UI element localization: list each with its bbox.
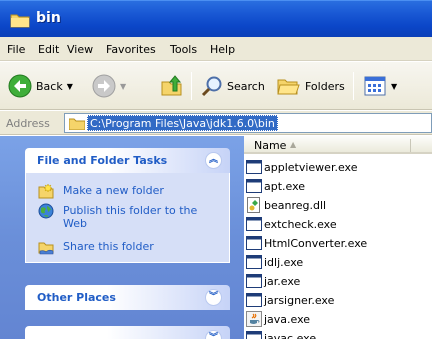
search-icon (201, 76, 222, 97)
column-header-label: Name (254, 139, 287, 152)
expand-chevron-icon[interactable]: ︾ (205, 289, 222, 306)
search-button[interactable]: Search (200, 74, 265, 98)
file-item[interactable]: appletviewer.exe (246, 158, 357, 176)
toolbar-separator (353, 72, 354, 100)
panel-header[interactable]: Other Places ︾ (25, 285, 230, 310)
new-folder-icon (38, 183, 54, 199)
window-title: bin (36, 10, 61, 26)
exe-window-icon (246, 254, 262, 270)
folders-button[interactable]: Folders (276, 74, 345, 98)
panel-header[interactable]: File and Folder Tasks ︽ (25, 148, 230, 173)
task-share-folder[interactable]: Share this folder (26, 237, 229, 257)
file-name: appletviewer.exe (264, 160, 358, 174)
exe-window-icon (246, 273, 262, 289)
up-folder-icon (161, 75, 182, 96)
exe-window-icon (246, 235, 262, 251)
details-panel: ︾ (25, 326, 230, 339)
exe-window-icon (246, 159, 262, 175)
file-item[interactable]: HtmlConverter.exe (246, 234, 367, 252)
title-bar[interactable]: bin (0, 0, 432, 37)
folder-icon (69, 118, 85, 130)
menu-bar: File Edit View Favorites Tools Help (0, 37, 432, 61)
back-arrow-icon (8, 74, 32, 98)
menu-edit[interactable]: Edit (38, 43, 59, 56)
address-bar: Address C:\Program Files\Java\jdk1.6.0\b… (0, 111, 432, 135)
file-item[interactable]: beanreg.dll (246, 196, 326, 214)
file-item[interactable]: extcheck.exe (246, 215, 337, 233)
forward-arrow-icon (92, 74, 116, 98)
task-publish-folder[interactable]: Publish this folder to the Web (26, 201, 229, 237)
file-folder-tasks-panel: File and Folder Tasks ︽ Make a new folde… (25, 148, 230, 263)
panel-title: Other Places (37, 291, 116, 304)
task-label[interactable]: Share this folder (63, 240, 154, 253)
globe-icon (38, 203, 54, 219)
menu-file[interactable]: File (7, 43, 25, 56)
column-header-name[interactable]: Name ▲ (244, 136, 432, 154)
panel-header[interactable]: ︾ (25, 326, 230, 339)
task-make-new-folder[interactable]: Make a new folder (26, 181, 229, 201)
share-folder-icon (38, 242, 54, 255)
address-label: Address (6, 117, 50, 130)
task-label[interactable]: Publish this folder to the Web (63, 204, 223, 230)
forward-dropdown-icon[interactable]: ▼ (120, 82, 126, 91)
column-divider[interactable] (410, 139, 411, 152)
toolbar: Back ▼ ▼ Search Folders ▼ (0, 62, 432, 110)
address-input[interactable]: C:\Program Files\Java\jdk1.6.0\bin (64, 113, 432, 133)
file-item[interactable]: javac.exe (246, 329, 316, 339)
file-item[interactable]: jar.exe (246, 272, 300, 290)
file-list: Name ▲ appletviewer.exe apt.exe beanreg.dl… (244, 136, 432, 339)
file-item[interactable]: jarsigner.exe (246, 291, 334, 309)
back-dropdown-icon[interactable]: ▼ (67, 82, 73, 91)
exe-window-icon (246, 216, 262, 232)
file-name: idlj.exe (264, 255, 304, 269)
exe-window-icon (246, 178, 262, 194)
file-name: beanreg.dll (264, 198, 327, 212)
panel-title: File and Folder Tasks (37, 154, 168, 167)
folders-icon (277, 79, 300, 95)
file-name: jar.exe (264, 274, 301, 288)
menu-help[interactable]: Help (210, 43, 235, 56)
file-item[interactable]: idlj.exe (246, 253, 303, 271)
forward-button[interactable]: ▼ (92, 74, 126, 98)
exe-window-icon (246, 292, 262, 308)
file-item[interactable]: java.exe (246, 310, 310, 328)
menu-favorites[interactable]: Favorites (106, 43, 156, 56)
expand-chevron-icon[interactable]: ︾ (205, 330, 222, 339)
address-path: C:\Program Files\Java\jdk1.6.0\bin (87, 115, 278, 131)
search-label: Search (227, 79, 265, 93)
up-folder-button[interactable] (160, 74, 184, 98)
menu-view[interactable]: View (67, 43, 93, 56)
folders-label: Folders (305, 79, 345, 93)
views-icon (364, 76, 386, 96)
java-icon (246, 311, 262, 327)
file-name: HtmlConverter.exe (264, 236, 368, 250)
sort-ascending-icon: ▲ (290, 140, 297, 149)
collapse-chevron-icon[interactable]: ︽ (205, 152, 222, 169)
file-name: apt.exe (264, 179, 306, 193)
back-label: Back (36, 79, 63, 93)
folder-icon (10, 14, 30, 28)
exe-window-icon (246, 330, 262, 339)
dll-icon (246, 197, 262, 213)
task-pane: File and Folder Tasks ︽ Make a new folde… (0, 136, 244, 339)
other-places-panel: Other Places ︾ (25, 285, 230, 310)
menu-tools[interactable]: Tools (170, 43, 197, 56)
file-name: jarsigner.exe (264, 293, 335, 307)
views-dropdown-icon[interactable]: ▼ (391, 82, 397, 91)
toolbar-separator (191, 72, 192, 100)
file-name: javac.exe (264, 331, 317, 339)
file-name: java.exe (264, 312, 311, 326)
file-name: extcheck.exe (264, 217, 337, 231)
file-item[interactable]: apt.exe (246, 177, 305, 195)
back-button[interactable]: Back ▼ (8, 74, 73, 98)
task-label[interactable]: Make a new folder (63, 184, 164, 197)
views-button[interactable]: ▼ (363, 74, 397, 98)
panel-body: Make a new folder Publish this folder to… (25, 173, 230, 263)
